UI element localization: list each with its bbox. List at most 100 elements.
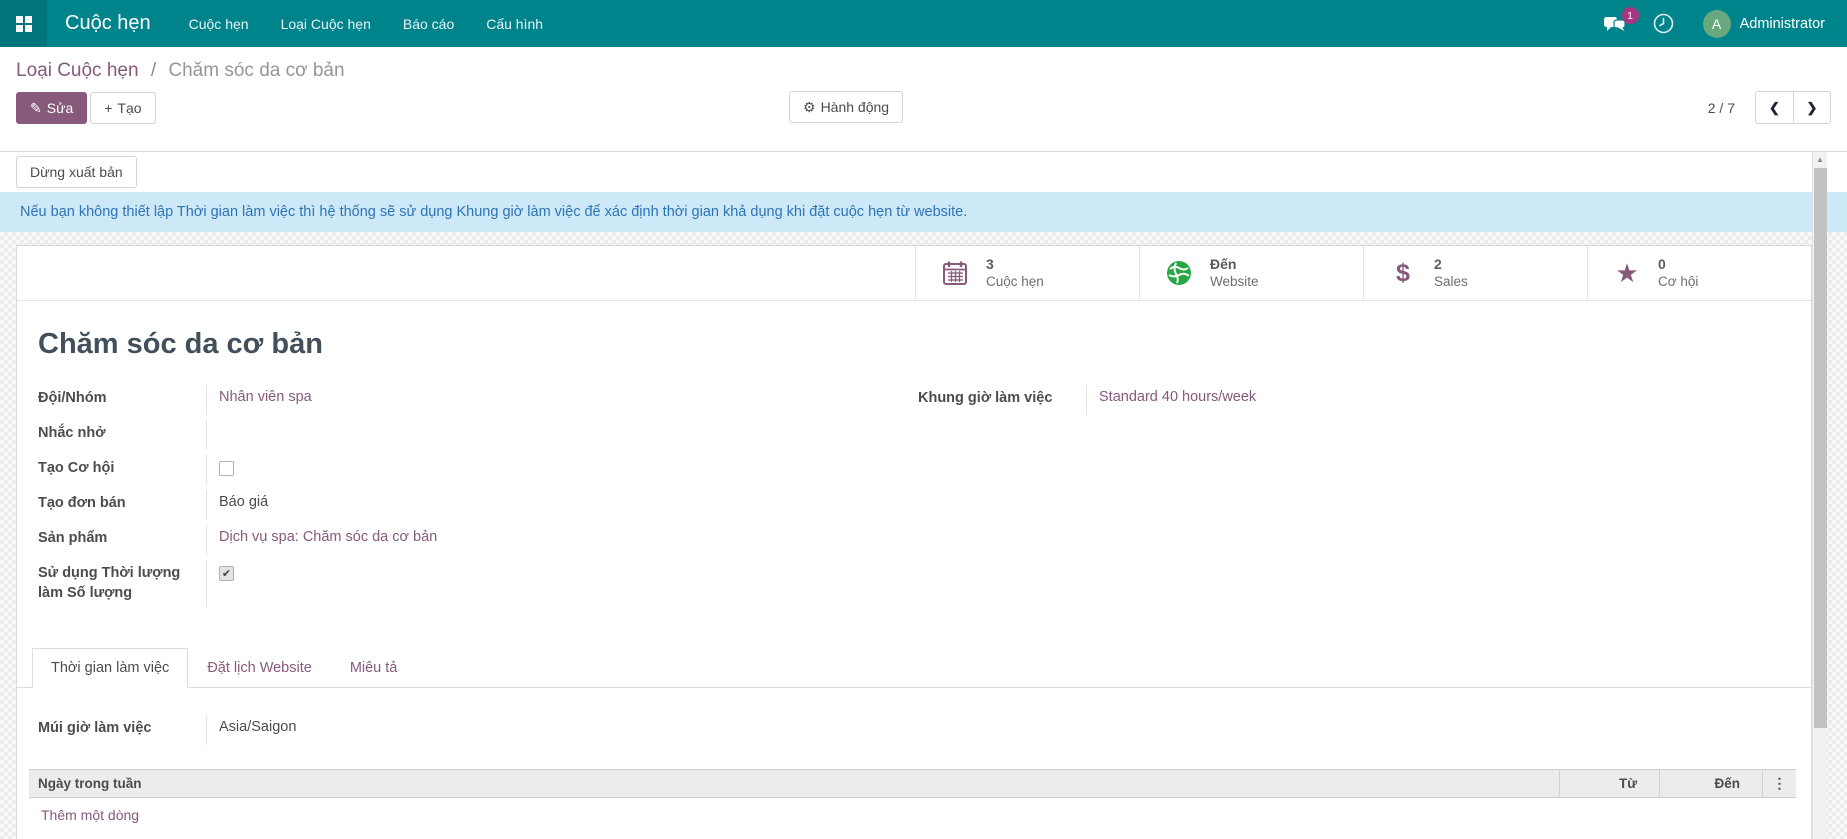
menu-item-reports[interactable]: Báo cáo [387,0,470,47]
stat-opportunities-button[interactable]: ★ 0 Cơ hội [1587,246,1811,300]
activity-clock-icon[interactable] [1640,0,1687,47]
working-hours-table: Ngày trong tuần Từ Đến ⋮ Thêm một dòng [29,769,1796,823]
content-backdrop: 3 Cuộc hẹn Đến Website [0,232,1847,839]
control-panel: Loại Cuộc hẹn / Chăm sóc da cơ bản ✎Sửa … [0,47,1847,152]
vertical-scrollbar[interactable]: ▲ [1812,152,1827,839]
chevron-left-icon: ❮ [1769,100,1780,116]
kebab-icon: ⋮ [1773,775,1787,792]
messages-count-badge: 1 [1622,7,1639,24]
pager: 2 / 7 ❮ ❯ [1708,91,1831,124]
duration-as-quantity-checkbox[interactable]: ✔ [219,566,234,581]
stat-website-button[interactable]: Đến Website [1139,246,1363,300]
optional-columns-toggle[interactable]: ⋮ [1762,770,1796,797]
globe-icon [1164,260,1194,286]
stat-appointments-value: 3 [986,255,1044,273]
plus-icon: + [104,100,112,116]
create-button-label: Tạo [117,100,141,116]
field-label-timezone: Múi giờ làm việc [38,715,206,745]
record-title: Chăm sóc da cơ bản [38,328,1811,361]
chevron-right-icon: ❯ [1807,100,1818,116]
menu-item-settings[interactable]: Cấu hình [470,0,559,47]
gear-icon: ⚙ [803,99,816,115]
field-value-team[interactable]: Nhân viên spa [206,385,918,415]
dollar-icon: $ [1388,259,1418,288]
notebook-tabs: Thời gian làm việc Đặt lịch Website Miêu… [17,648,1811,688]
form-left-column: Đội/Nhóm Nhân viên spa Nhắc nhở Tạo Cơ h… [38,385,918,612]
info-alert: Nếu bạn không thiết lập Thời gian làm vi… [0,192,1847,232]
breadcrumb: Loại Cuộc hẹn / Chăm sóc da cơ bản [0,47,1847,89]
stat-sales-button[interactable]: $ 2 Sales [1363,246,1587,300]
field-value-timezone: Asia/Saigon [206,715,1811,745]
add-a-line-link[interactable]: Thêm một dòng [29,798,1796,823]
status-button-row: Dừng xuất bản [0,152,1847,192]
field-row-create-sale-order: Tạo đơn bán Báo giá [38,490,918,520]
stat-opportunities-value: 0 [1658,255,1698,273]
field-label-working-schedule: Khung giờ làm việc [918,385,1086,415]
unpublish-button[interactable]: Dừng xuất bản [16,156,137,188]
stat-website-value: Đến [1210,255,1259,273]
field-row-duration-as-quantity: Sử dụng Thời lượng làm Số lượng ✔ [38,560,918,607]
field-row-product: Sản phẩm Dịch vụ spa: Chăm sóc da cơ bản [38,525,918,555]
tab-website-booking[interactable]: Đặt lịch Website [188,648,331,688]
stat-appointments-label: Cuộc hẹn [986,273,1044,291]
column-header-day[interactable]: Ngày trong tuần [29,776,1559,791]
field-label-product: Sản phẩm [38,525,206,555]
pager-next-button[interactable]: ❯ [1793,92,1830,123]
calendar-icon [940,260,970,286]
app-brand[interactable]: Cuộc hẹn [47,12,173,35]
clock-glyph [1653,13,1674,34]
apps-grid-icon[interactable] [0,0,47,47]
field-label-team: Đội/Nhóm [38,385,206,415]
field-value-reminder [206,420,918,450]
column-header-from[interactable]: Từ [1559,770,1659,797]
messages-icon[interactable]: 1 [1590,0,1640,47]
working-hours-pane: Múi giờ làm việc Asia/Saigon Ngày trong … [17,688,1811,823]
breadcrumb-current: Chăm sóc da cơ bản [168,60,344,81]
field-value-duration-as-quantity: ✔ [206,560,918,607]
breadcrumb-separator: / [151,60,156,81]
field-row-timezone: Múi giờ làm việc Asia/Saigon [38,715,1811,745]
field-row-reminder: Nhắc nhở [38,420,918,450]
main-menu: Cuộc hẹn Loại Cuộc hẹn Báo cáo Cấu hình [173,0,559,47]
create-button[interactable]: + Tạo [90,92,155,124]
action-button-label: Hành động [821,99,890,115]
stat-website-label: Website [1210,273,1259,291]
form-fields: Đội/Nhóm Nhân viên spa Nhắc nhở Tạo Cơ h… [17,361,1811,612]
action-button[interactable]: ⚙ Hành động [789,91,903,123]
field-label-create-opportunity: Tạo Cơ hội [38,455,206,485]
field-label-reminder: Nhắc nhở [38,420,206,450]
breadcrumb-parent-link[interactable]: Loại Cuộc hẹn [16,60,139,81]
field-value-working-schedule[interactable]: Standard 40 hours/week [1086,385,1790,415]
pager-buttons: ❮ ❯ [1755,91,1831,124]
menu-item-appointment-types[interactable]: Loại Cuộc hẹn [265,0,387,47]
user-name: Administrator [1740,16,1825,32]
stat-button-row: 3 Cuộc hẹn Đến Website [17,246,1811,301]
form-sheet: 3 Cuộc hẹn Đến Website [16,245,1812,839]
edit-button[interactable]: ✎Sửa [16,92,87,124]
scrollbar-thumb[interactable] [1814,168,1827,728]
tab-working-hours[interactable]: Thời gian làm việc [32,648,188,688]
stat-sales-label: Sales [1434,273,1468,291]
column-header-to[interactable]: Đến [1659,770,1762,797]
field-value-create-sale-order: Báo giá [206,490,918,520]
field-value-product[interactable]: Dịch vụ spa: Chăm sóc da cơ bản [206,525,918,555]
stat-opportunities-label: Cơ hội [1658,273,1698,291]
tab-description[interactable]: Miêu tả [331,648,417,688]
top-navbar: Cuộc hẹn Cuộc hẹn Loại Cuộc hẹn Báo cáo … [0,0,1847,47]
scrollbar-up-arrow[interactable]: ▲ [1813,152,1827,167]
app-window: Cuộc hẹn Cuộc hẹn Loại Cuộc hẹn Báo cáo … [0,0,1847,839]
field-row-working-schedule: Khung giờ làm việc Standard 40 hours/wee… [918,385,1790,415]
form-right-column: Khung giờ làm việc Standard 40 hours/wee… [918,385,1790,612]
stat-sales-value: 2 [1434,255,1468,273]
create-opportunity-checkbox[interactable] [219,461,234,476]
field-row-team: Đội/Nhóm Nhân viên spa [38,385,918,415]
menu-item-appointments[interactable]: Cuộc hẹn [173,0,265,47]
avatar: A [1703,10,1731,38]
star-icon: ★ [1612,260,1642,286]
stat-appointments-button[interactable]: 3 Cuộc hẹn [915,246,1139,300]
edit-button-label: Sửa [47,100,74,116]
field-value-create-opportunity [206,455,918,485]
user-menu[interactable]: A Administrator [1703,10,1825,38]
pager-prev-button[interactable]: ❮ [1756,92,1793,123]
field-row-create-opportunity: Tạo Cơ hội [38,455,918,485]
